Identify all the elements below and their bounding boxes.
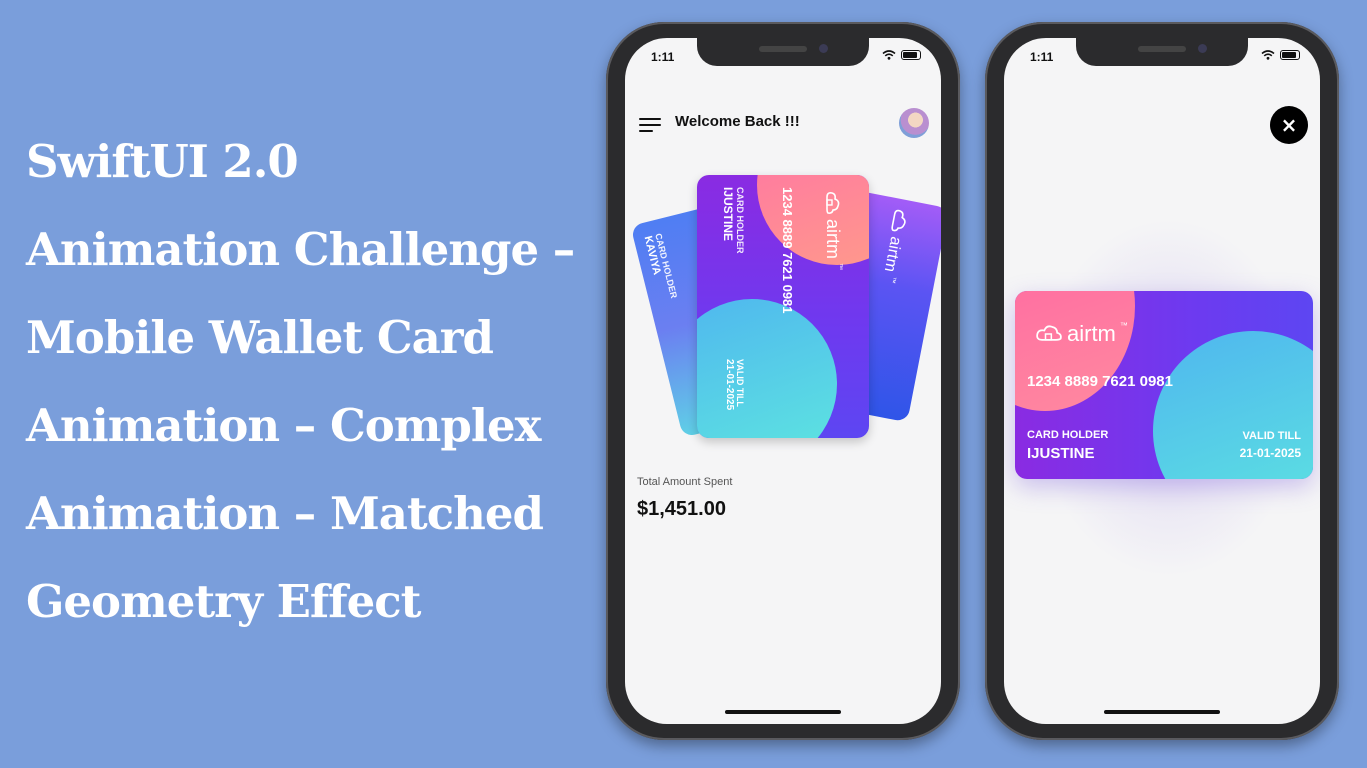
status-icons (1261, 50, 1300, 60)
card-brand: airtm (1067, 321, 1116, 346)
wifi-icon (882, 50, 896, 60)
card-brand: airtm (880, 235, 905, 274)
headline: SwiftUI 2.0 Animation Challenge – Mobile… (26, 118, 601, 646)
card-brand-logo: airtm ™ (822, 191, 843, 270)
menu-icon[interactable] (639, 118, 661, 132)
front-camera (819, 44, 828, 53)
card-brand: airtm (823, 219, 843, 259)
card-valid-label: VALID TILL (1242, 430, 1301, 442)
phone-card-detail: 1:11 × airtm ™ 1234 8889 7621 0981 CARD … (985, 22, 1339, 740)
wifi-icon (1261, 50, 1275, 60)
card-holder-name: IJUSTINE (1027, 445, 1095, 462)
avatar[interactable] (899, 108, 929, 138)
card-brand-logo: airtm ™ (1035, 321, 1128, 347)
status-time: 1:11 (651, 50, 675, 64)
speaker-grille (759, 46, 807, 52)
phone-notch (1076, 38, 1248, 66)
card-holder-label: CARD HOLDER (1027, 429, 1109, 441)
card-valid-label: VALID TILL (735, 359, 745, 407)
card-ijustine-detail[interactable]: airtm ™ 1234 8889 7621 0981 CARD HOLDER I… (1015, 291, 1313, 479)
phone-screen: 1:11 Welcome Back !!! CARD HOLDER KAVIYA (625, 38, 941, 724)
home-indicator[interactable] (1104, 710, 1220, 714)
total-amount-value: $1,451.00 (637, 498, 726, 520)
card-valid-date: 21-01-2025 (724, 359, 735, 411)
front-camera (1198, 44, 1207, 53)
status-icons (882, 50, 921, 60)
headline-line-1: SwiftUI 2.0 (26, 135, 299, 188)
headline-line-4: Animation – Complex (26, 399, 541, 452)
card-trademark: ™ (836, 263, 843, 270)
card-brand-logo: airtm ™ (878, 207, 910, 284)
total-amount-label: Total Amount Spent (637, 476, 733, 488)
card-number: 1234 8889 7621 0981 (1027, 373, 1173, 390)
phone-wallet-list: 1:11 Welcome Back !!! CARD HOLDER KAVIYA (606, 22, 960, 740)
battery-icon (1280, 50, 1300, 60)
phone-notch (697, 38, 869, 66)
speaker-grille (1138, 46, 1186, 52)
close-button[interactable]: × (1270, 106, 1308, 144)
close-icon: × (1280, 113, 1298, 137)
card-trademark: ™ (1119, 321, 1128, 330)
home-indicator[interactable] (725, 710, 841, 714)
card-ijustine[interactable]: airtm ™ 1234 8889 7621 0981 CARD HOLDER I… (697, 175, 869, 438)
card-valid-date: 21-01-2025 (1239, 446, 1301, 460)
cloud-icon (826, 192, 840, 214)
headline-line-5: Animation – Matched (26, 487, 544, 540)
phone-screen: 1:11 × airtm ™ 1234 8889 7621 0981 CARD … (1004, 38, 1320, 724)
headline-line-2: Animation Challenge – (26, 223, 575, 276)
headline-line-3: Mobile Wallet Card (26, 311, 494, 364)
cloud-icon (891, 209, 906, 232)
cloud-icon (1036, 325, 1062, 341)
card-number: 1234 8889 7621 0981 (780, 187, 795, 314)
header-title: Welcome Back !!! (675, 113, 800, 130)
status-time: 1:11 (1030, 50, 1054, 64)
card-holder-label: CARD HOLDER (735, 187, 745, 254)
battery-icon (901, 50, 921, 60)
headline-line-6: Geometry Effect (26, 575, 421, 628)
card-holder-name: IJUSTINE (721, 187, 735, 242)
card-trademark: ™ (888, 275, 897, 285)
